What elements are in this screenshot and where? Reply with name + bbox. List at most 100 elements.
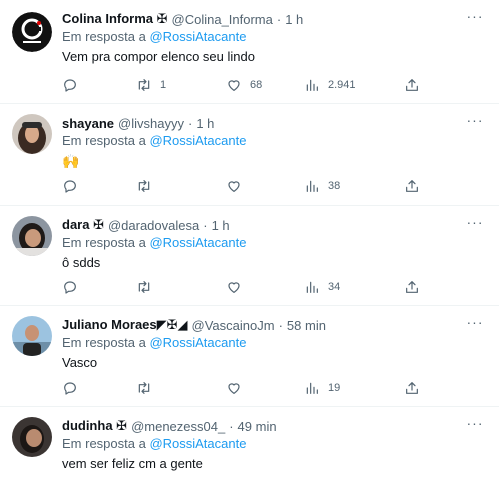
mention-link[interactable]: @RossiAtacante <box>149 29 246 44</box>
mention-link[interactable]: @RossiAtacante <box>149 133 246 148</box>
like-button[interactable]: 68 <box>226 77 262 93</box>
like-icon <box>226 279 242 295</box>
replying-to: Em resposta a @RossiAtacante <box>62 335 487 353</box>
reply-feed: Colina Informa ✠ @Colina_Informa · 1 h ·… <box>0 0 499 481</box>
retweet-button[interactable] <box>136 279 152 295</box>
like-icon <box>226 380 242 396</box>
share-button[interactable] <box>404 279 420 295</box>
mention-link[interactable]: @RossiAtacante <box>149 235 246 250</box>
avatar[interactable] <box>12 216 52 256</box>
like-button[interactable] <box>226 380 242 396</box>
replying-to: Em resposta a @RossiAtacante <box>62 133 487 151</box>
user-handle[interactable]: @VascainoJm <box>192 318 275 333</box>
display-name[interactable]: shayane <box>62 116 114 131</box>
reply-item[interactable]: Colina Informa ✠ @Colina_Informa · 1 h ·… <box>0 0 499 104</box>
reply-text: ô sdds <box>62 255 101 270</box>
retweet-icon <box>136 77 152 93</box>
reply-item[interactable]: dara ✠ @daradovalesa · 1 h ··· Em respos… <box>0 206 499 306</box>
separator-dot: · <box>187 115 193 131</box>
avatar[interactable] <box>12 316 52 356</box>
views-button[interactable]: 38 <box>304 178 340 194</box>
user-handle[interactable]: @menezess04_ <box>131 419 225 434</box>
replying-to: Em resposta a @RossiAtacante <box>62 436 487 454</box>
user-photo-avatar <box>12 316 52 356</box>
views-button[interactable]: 19 <box>304 380 340 396</box>
user-photo-avatar <box>12 114 52 154</box>
display-name[interactable]: Juliano Moraes◤✠◢ <box>62 317 188 333</box>
user-handle[interactable]: @daradovalesa <box>108 218 199 233</box>
views-icon <box>304 380 320 396</box>
colina-logo-avatar <box>12 12 52 52</box>
views-button[interactable]: 2.941 <box>304 77 356 93</box>
timestamp[interactable]: 1 h <box>285 12 303 27</box>
timestamp[interactable]: 1 h <box>212 218 230 233</box>
user-handle[interactable]: @livshayyy <box>118 116 184 131</box>
separator-dot: · <box>278 317 283 333</box>
reply-item[interactable]: shayane @livshayyy · 1 h ··· Em resposta… <box>0 104 499 206</box>
avatar[interactable] <box>12 417 52 457</box>
reply-icon <box>62 77 78 93</box>
reply-icon <box>62 178 78 194</box>
views-icon <box>304 279 320 295</box>
views-icon <box>304 178 320 194</box>
reply-icon <box>62 279 78 295</box>
reply-item[interactable]: Juliano Moraes◤✠◢ @VascainoJm · 58 min ·… <box>0 306 499 407</box>
reply-button[interactable] <box>62 380 78 396</box>
separator-dot: · <box>203 217 208 233</box>
like-icon <box>226 77 242 93</box>
share-button[interactable] <box>404 380 420 396</box>
user-photo-avatar <box>12 417 52 457</box>
avatar[interactable] <box>12 12 52 52</box>
more-icon[interactable]: ··· <box>465 416 485 435</box>
like-button[interactable] <box>226 279 242 295</box>
more-icon[interactable]: ··· <box>465 215 485 234</box>
reply-text: 🙌 <box>62 153 80 169</box>
timestamp[interactable]: 58 min <box>287 318 326 333</box>
views-count: 34 <box>328 281 341 293</box>
reply-text: Vem pra compor elenco seu lindo <box>62 49 255 64</box>
views-icon <box>304 77 320 93</box>
separator-dot: · <box>276 11 282 27</box>
share-button[interactable] <box>404 77 420 93</box>
timestamp[interactable]: 49 min <box>238 419 277 434</box>
replying-prefix: Em resposta a <box>62 335 150 350</box>
like-icon <box>226 178 242 194</box>
retweet-button[interactable] <box>136 380 152 396</box>
more-icon[interactable]: ··· <box>465 113 485 132</box>
timestamp[interactable]: 1 h <box>196 116 214 131</box>
replying-to: Em resposta a @RossiAtacante <box>62 235 487 253</box>
more-icon[interactable]: ··· <box>465 315 485 334</box>
reply-button[interactable] <box>62 77 78 93</box>
share-icon <box>404 380 420 396</box>
mention-link[interactable]: @RossiAtacante <box>149 335 246 350</box>
reply-text: vem ser feliz cm a gente <box>62 456 203 471</box>
replying-to: Em resposta a @RossiAtacante <box>62 29 487 47</box>
display-name[interactable]: dara ✠ <box>62 217 104 233</box>
retweet-icon <box>136 279 152 295</box>
replying-prefix: Em resposta a <box>62 436 150 451</box>
retweet-icon <box>136 380 152 396</box>
display-name[interactable]: dudinha ✠ <box>62 418 127 434</box>
retweet-button[interactable] <box>136 178 152 194</box>
reply-item[interactable]: dudinha ✠ @menezess04_ · 49 min ··· Em r… <box>0 407 499 481</box>
share-icon <box>404 279 420 295</box>
reply-text: Vasco <box>62 355 98 370</box>
more-icon[interactable]: ··· <box>465 9 485 28</box>
mention-link[interactable]: @RossiAtacante <box>149 436 246 451</box>
share-button[interactable] <box>404 178 420 194</box>
share-icon <box>404 77 420 93</box>
reply-icon <box>62 380 78 396</box>
reply-button[interactable] <box>62 279 78 295</box>
separator-dot: · <box>229 418 234 434</box>
reply-button[interactable] <box>62 178 78 194</box>
display-name[interactable]: Colina Informa ✠ <box>62 11 168 27</box>
views-button[interactable]: 34 <box>304 279 340 295</box>
replying-prefix: Em resposta a <box>62 29 150 44</box>
retweet-icon <box>136 178 152 194</box>
views-count: 38 <box>328 180 341 192</box>
user-photo-avatar <box>12 216 52 256</box>
retweet-button[interactable]: 1 <box>136 77 166 93</box>
like-button[interactable] <box>226 178 242 194</box>
user-handle[interactable]: @Colina_Informa <box>172 12 273 27</box>
avatar[interactable] <box>12 114 52 154</box>
